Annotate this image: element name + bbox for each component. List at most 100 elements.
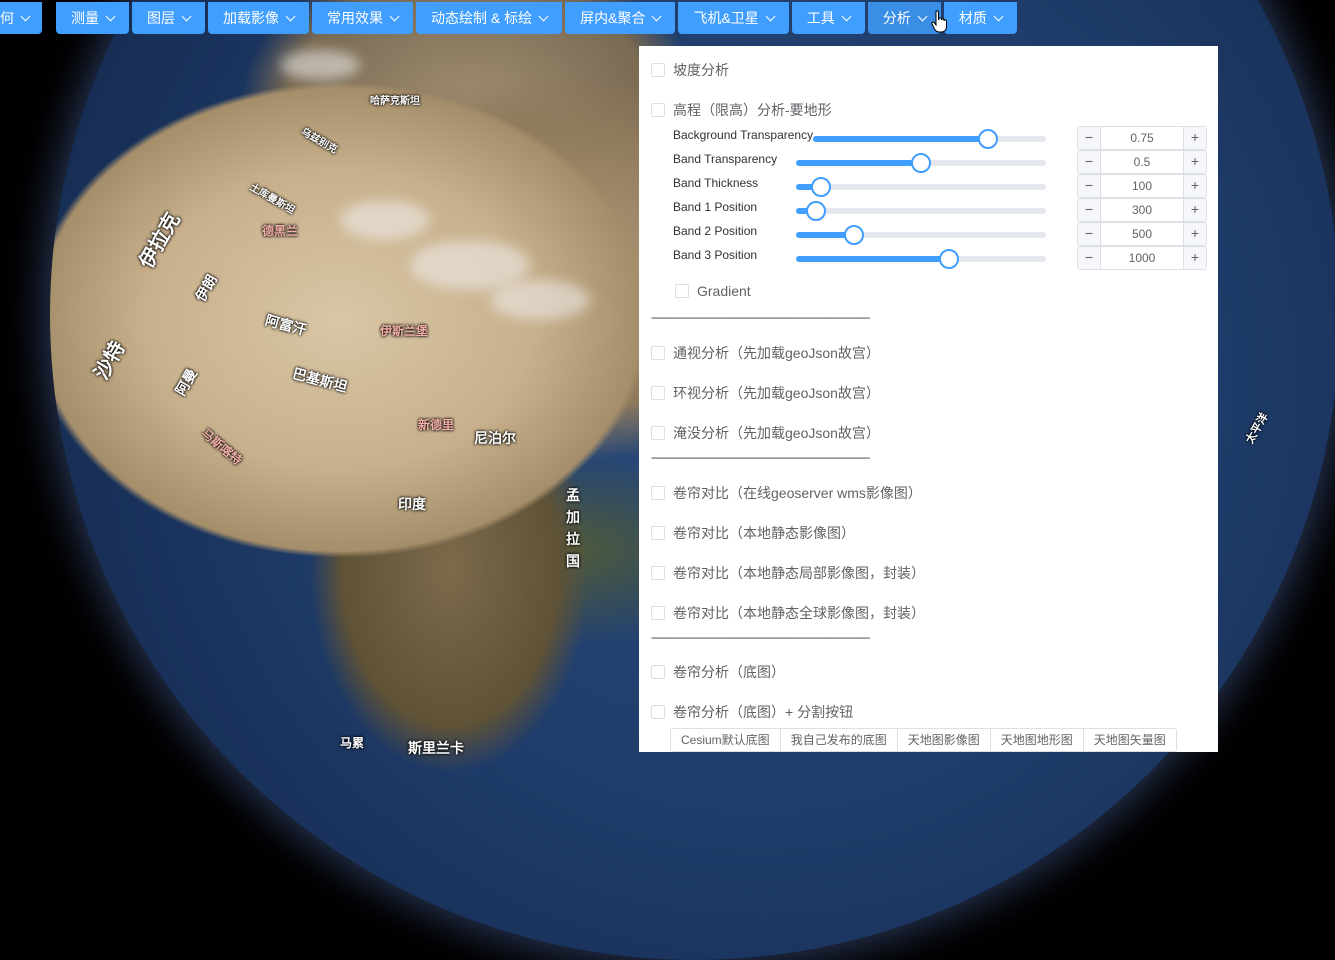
slider-thumb[interactable] <box>806 201 826 221</box>
menu-material[interactable]: 材质 <box>943 2 1017 34</box>
visibility-analysis-option[interactable]: 通视分析（先加载geoJson故宫） <box>651 343 880 363</box>
chevron-down-icon <box>765 11 776 22</box>
slider-track[interactable] <box>796 177 1046 197</box>
menu-load-imagery[interactable]: 加载影像 <box>208 2 309 34</box>
flood-analysis-option[interactable]: 淹没分析（先加载geoJson故宫） <box>651 423 880 443</box>
tianditu-vector-button[interactable]: 天地图矢量图 <box>1082 728 1177 752</box>
slider-label: Band Transparency <box>673 152 778 166</box>
slider-track[interactable] <box>813 129 1046 149</box>
slider-label: Band 3 Position <box>673 248 758 262</box>
slider-fill <box>796 160 921 166</box>
menu-tools[interactable]: 工具 <box>791 2 865 34</box>
menu-screen-cluster[interactable]: 屏内&聚合 <box>565 2 676 34</box>
option-label: 高程（限高）分析-要地形 <box>673 102 832 118</box>
slope-analysis-option[interactable]: 坡度分析 <box>651 60 729 80</box>
map-label-male: 马累 <box>340 736 365 750</box>
minus-button[interactable]: − <box>1078 175 1101 197</box>
swipe-local-global-option[interactable]: 卷帘对比（本地静态全球影像图，封装） <box>651 603 925 623</box>
checkbox[interactable] <box>651 103 665 117</box>
stepper: −100 + <box>1077 174 1207 198</box>
swipe-local-option[interactable]: 卷帘对比（本地静态影像图） <box>651 523 855 543</box>
map-label-newdelhi: 新德里 <box>418 418 455 432</box>
checkbox[interactable] <box>651 526 665 540</box>
checkbox[interactable] <box>651 386 665 400</box>
plus-button[interactable]: + <box>1183 247 1206 269</box>
swipe-local-partial-option[interactable]: 卷帘对比（本地静态局部影像图，封装） <box>651 563 925 583</box>
minus-button[interactable]: − <box>1078 247 1101 269</box>
minus-button[interactable]: − <box>1078 199 1101 221</box>
stepper-value[interactable]: 500 <box>1101 223 1183 245</box>
plus-button[interactable]: + <box>1183 127 1206 149</box>
cesium-default-basemap-button[interactable]: Cesium默认底图 <box>670 728 781 752</box>
slider-thumb[interactable] <box>811 177 831 197</box>
checkbox[interactable] <box>651 606 665 620</box>
map-label-srilanka: 斯里兰卡 <box>408 740 464 756</box>
chevron-down-icon <box>20 11 31 22</box>
map-label-india: 印度 <box>398 496 426 512</box>
slider-track[interactable] <box>796 201 1046 221</box>
separator: ----------------------------------------… <box>651 452 870 464</box>
chevron-down-icon <box>841 11 852 22</box>
stepper-value[interactable]: 1000 <box>1101 247 1183 269</box>
checkbox[interactable] <box>651 346 665 360</box>
chevron-down-icon <box>389 11 400 22</box>
slider-thumb[interactable] <box>977 129 998 149</box>
menu-analysis[interactable]: 分析 <box>867 2 941 34</box>
slider-track[interactable] <box>796 225 1046 245</box>
chevron-down-icon <box>285 11 296 22</box>
menu-geometry[interactable]: 几何 <box>0 2 42 34</box>
swipe-wms-option[interactable]: 卷帘对比（在线geoserver wms影像图） <box>651 483 922 503</box>
slider-thumb[interactable] <box>938 249 959 269</box>
plus-button[interactable]: + <box>1183 199 1206 221</box>
elevation-analysis-option[interactable]: 高程（限高）分析-要地形 <box>651 100 832 120</box>
menu-layers[interactable]: 图层 <box>132 2 205 34</box>
separator: ----------------------------------------… <box>651 632 870 644</box>
menu-label: 飞机&卫星 <box>693 10 759 26</box>
gradient-option[interactable]: Gradient <box>675 283 751 299</box>
option-label: 卷帘对比（本地静态影像图） <box>673 525 855 541</box>
minus-button[interactable]: − <box>1078 127 1101 149</box>
slider-fill <box>813 136 988 142</box>
checkbox[interactable] <box>651 566 665 580</box>
stepper-value[interactable]: 0.5 <box>1101 151 1183 173</box>
swipe-basemap-option[interactable]: 卷帘分析（底图） <box>651 662 785 682</box>
menu-effects[interactable]: 常用效果 <box>312 2 413 34</box>
stepper-value[interactable]: 0.75 <box>1101 127 1183 149</box>
menu-label: 图层 <box>147 10 175 26</box>
map-label-islamabad: 伊斯兰堡 <box>380 324 429 338</box>
slider-thumb[interactable] <box>843 225 864 245</box>
checkbox[interactable] <box>651 705 665 719</box>
checkbox[interactable] <box>651 486 665 500</box>
chevron-down-icon <box>538 11 549 22</box>
checkbox[interactable] <box>675 284 689 298</box>
tianditu-imagery-button[interactable]: 天地图影像图 <box>896 728 991 752</box>
tianditu-terrain-button[interactable]: 天地图地形图 <box>989 728 1084 752</box>
slider-label: Band 1 Position <box>673 200 758 214</box>
minus-button[interactable]: − <box>1078 223 1101 245</box>
plus-button[interactable]: + <box>1183 175 1206 197</box>
checkbox[interactable] <box>651 426 665 440</box>
map-label-tehran: 德黑兰 <box>262 224 299 238</box>
checkbox[interactable] <box>651 63 665 77</box>
menu-measure[interactable]: 测量 <box>56 2 129 34</box>
slider-thumb[interactable] <box>911 153 931 173</box>
stepper-value[interactable]: 300 <box>1101 199 1183 221</box>
stepper-value[interactable]: 100 <box>1101 175 1183 197</box>
plus-button[interactable]: + <box>1183 223 1206 245</box>
menu-aircraft-satellite[interactable]: 飞机&卫星 <box>678 2 789 34</box>
plus-button[interactable]: + <box>1183 151 1206 173</box>
viewshed-analysis-option[interactable]: 环视分析（先加载geoJson故宫） <box>651 383 880 403</box>
map-label-bangladesh: 孟加拉国 <box>566 487 580 569</box>
slider-track[interactable] <box>796 249 1046 269</box>
checkbox[interactable] <box>651 665 665 679</box>
my-published-basemap-button[interactable]: 我自己发布的底图 <box>779 728 898 752</box>
menu-dynamic-draw[interactable]: 动态绘制 & 标绘 <box>416 2 563 34</box>
map-label-nepal: 尼泊尔 <box>474 430 516 446</box>
chevron-down-icon <box>917 11 928 22</box>
menu-label: 测量 <box>71 10 99 26</box>
slider-track[interactable] <box>796 153 1046 173</box>
swipe-basemap-split-option[interactable]: 卷帘分析（底图）+ 分割按钮 <box>651 702 853 722</box>
minus-button[interactable]: − <box>1078 151 1101 173</box>
menu-label: 分析 <box>882 10 911 26</box>
menu-label: 动态绘制 & 标绘 <box>431 10 533 26</box>
